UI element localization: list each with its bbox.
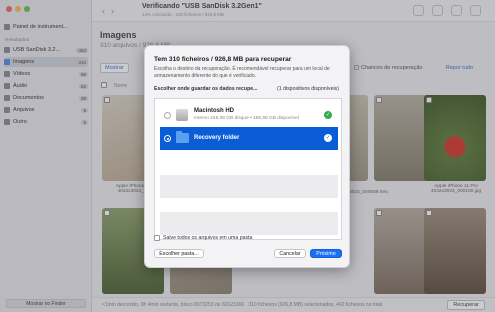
list-scrollbar[interactable]: [337, 101, 340, 237]
dialog-description: Escolha o destino da recuperação. É reco…: [154, 66, 330, 79]
destination-radio[interactable]: [164, 112, 171, 119]
destination-radio[interactable]: [164, 135, 171, 142]
checkmark-icon: ✓: [324, 111, 332, 119]
folder-icon: [176, 131, 189, 143]
empty-row: [160, 212, 338, 235]
hard-drive-icon: [176, 109, 188, 121]
save-in-folder-label: Salve todos os arquivos em uma pasta: [163, 235, 253, 241]
empty-row: [160, 175, 338, 198]
recovery-destination-dialog: Tem 310 ficheiros / 926,8 MB para recupe…: [144, 45, 350, 268]
destination-row-recovery-folder[interactable]: Recovery folder ✓: [160, 127, 338, 150]
cancel-button[interactable]: Cancelar: [274, 249, 306, 258]
destination-row-macintosh-hd[interactable]: Macintosh HD Interno 245,08 GB disque • …: [160, 104, 338, 127]
next-button[interactable]: Próximo: [310, 249, 342, 258]
destination-name: Recovery folder: [194, 135, 240, 141]
save-in-folder-checkbox[interactable]: [154, 235, 160, 241]
available-devices: (1 dispositivos disponíveis): [277, 86, 339, 92]
save-in-folder-option[interactable]: Salve todos os arquivos em uma pasta: [154, 235, 252, 241]
choose-folder-button[interactable]: Escolher pasta...: [154, 249, 204, 258]
destination-list: Macintosh HD Interno 245,08 GB disque • …: [154, 98, 342, 240]
destination-name: Macintosh HD: [194, 108, 235, 114]
checkmark-icon: ✓: [324, 134, 332, 142]
destination-list-label: Escolher onde guardar os dados recupe...: [154, 86, 258, 92]
destination-info: Interno 245,08 GB disque • 185,99 GB dis…: [194, 116, 299, 121]
dialog-title: Tem 310 ficheiros / 926,8 MB para recupe…: [154, 56, 292, 63]
